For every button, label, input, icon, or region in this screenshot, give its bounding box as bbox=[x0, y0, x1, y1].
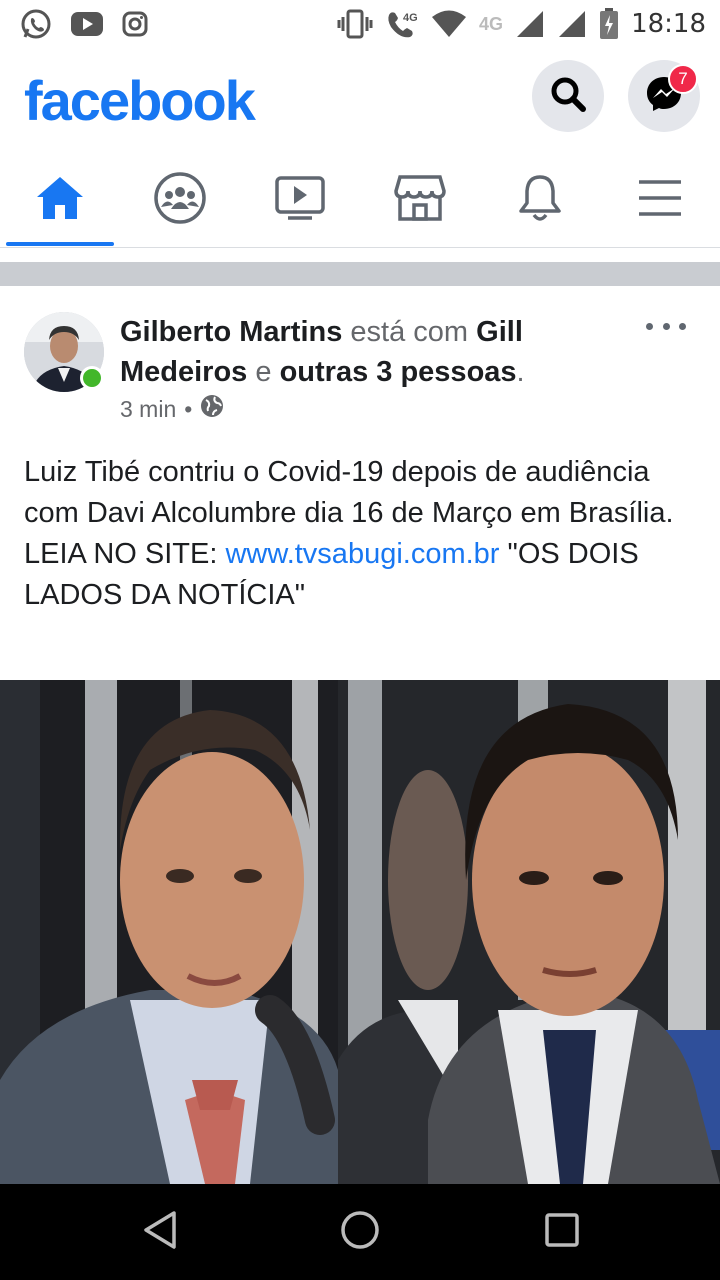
photo-right bbox=[338, 680, 720, 1184]
battery-icon bbox=[599, 8, 619, 40]
recents-button[interactable] bbox=[532, 1202, 592, 1262]
and-text: e bbox=[255, 356, 272, 388]
marketplace-icon bbox=[394, 173, 446, 228]
read-prefix: LEIA NO SITE: bbox=[24, 538, 226, 570]
facebook-logo[interactable]: facebook bbox=[24, 68, 256, 133]
meta-separator: • bbox=[184, 395, 193, 422]
more-dot-icon bbox=[646, 322, 653, 330]
post-options-button[interactable] bbox=[646, 314, 686, 338]
tab-marketplace[interactable] bbox=[360, 152, 480, 248]
signal-icon-2 bbox=[557, 10, 587, 38]
post-link[interactable]: www.tvsabugi.com.br bbox=[225, 538, 499, 570]
feed-post: Gilberto Martins está com Gill Medeiros … bbox=[0, 286, 720, 1184]
svg-text:4G: 4G bbox=[403, 12, 418, 24]
more-dot-icon bbox=[679, 322, 686, 330]
vibrate-icon bbox=[337, 9, 373, 39]
status-clock: 18:18 bbox=[631, 9, 706, 39]
post-text: Luiz Tibé contriu o Covid-19 depois de a… bbox=[24, 452, 704, 616]
youtube-icon bbox=[70, 10, 104, 38]
post-image[interactable] bbox=[0, 680, 720, 1184]
watch-icon bbox=[274, 175, 326, 226]
post-meta: 3 min • bbox=[120, 394, 224, 424]
tab-notifications[interactable] bbox=[480, 152, 600, 248]
online-status-dot bbox=[80, 366, 104, 390]
signal-icon bbox=[515, 10, 545, 38]
post-body: Luiz Tibé contriu o Covid-19 depois de a… bbox=[24, 456, 674, 529]
more-dot-icon bbox=[662, 322, 670, 330]
network-type-label: 4G bbox=[479, 13, 504, 34]
feed-divider bbox=[0, 262, 720, 286]
post-header: Gilberto Martins está com Gill Medeiros … bbox=[120, 312, 600, 392]
tab-groups[interactable] bbox=[120, 152, 240, 248]
active-tab-indicator bbox=[6, 242, 114, 246]
notifications-icon bbox=[517, 173, 563, 228]
photo-left bbox=[0, 680, 338, 1184]
tab-home[interactable] bbox=[0, 152, 120, 248]
period: . bbox=[516, 356, 525, 388]
search-button[interactable] bbox=[532, 60, 604, 132]
menu-icon bbox=[637, 178, 683, 223]
back-icon bbox=[142, 1210, 178, 1255]
post-time[interactable]: 3 min bbox=[120, 396, 176, 423]
groups-icon bbox=[153, 171, 207, 230]
tab-bar bbox=[0, 152, 720, 248]
tagged-others[interactable]: outras 3 pessoas bbox=[280, 356, 517, 388]
home-icon bbox=[35, 175, 85, 226]
tab-watch[interactable] bbox=[240, 152, 360, 248]
home-circle-icon bbox=[340, 1210, 380, 1255]
recents-icon bbox=[544, 1212, 580, 1253]
tab-menu[interactable] bbox=[600, 152, 720, 248]
messenger-badge: 7 bbox=[668, 64, 698, 94]
wifi-icon bbox=[431, 10, 467, 38]
status-bar: 4G 4G 18:18 bbox=[0, 0, 720, 48]
back-button[interactable] bbox=[130, 1202, 190, 1262]
post-author[interactable]: Gilberto Martins bbox=[120, 316, 342, 348]
system-navigation-bar bbox=[0, 1184, 720, 1280]
globe-icon bbox=[200, 394, 224, 424]
whatsapp-icon bbox=[20, 8, 52, 40]
volte-call-icon: 4G bbox=[385, 9, 419, 39]
with-text: está com bbox=[350, 316, 469, 348]
home-button[interactable] bbox=[330, 1202, 390, 1262]
app-header: facebook bbox=[0, 48, 720, 152]
search-icon bbox=[548, 74, 588, 119]
instagram-icon bbox=[122, 11, 148, 37]
